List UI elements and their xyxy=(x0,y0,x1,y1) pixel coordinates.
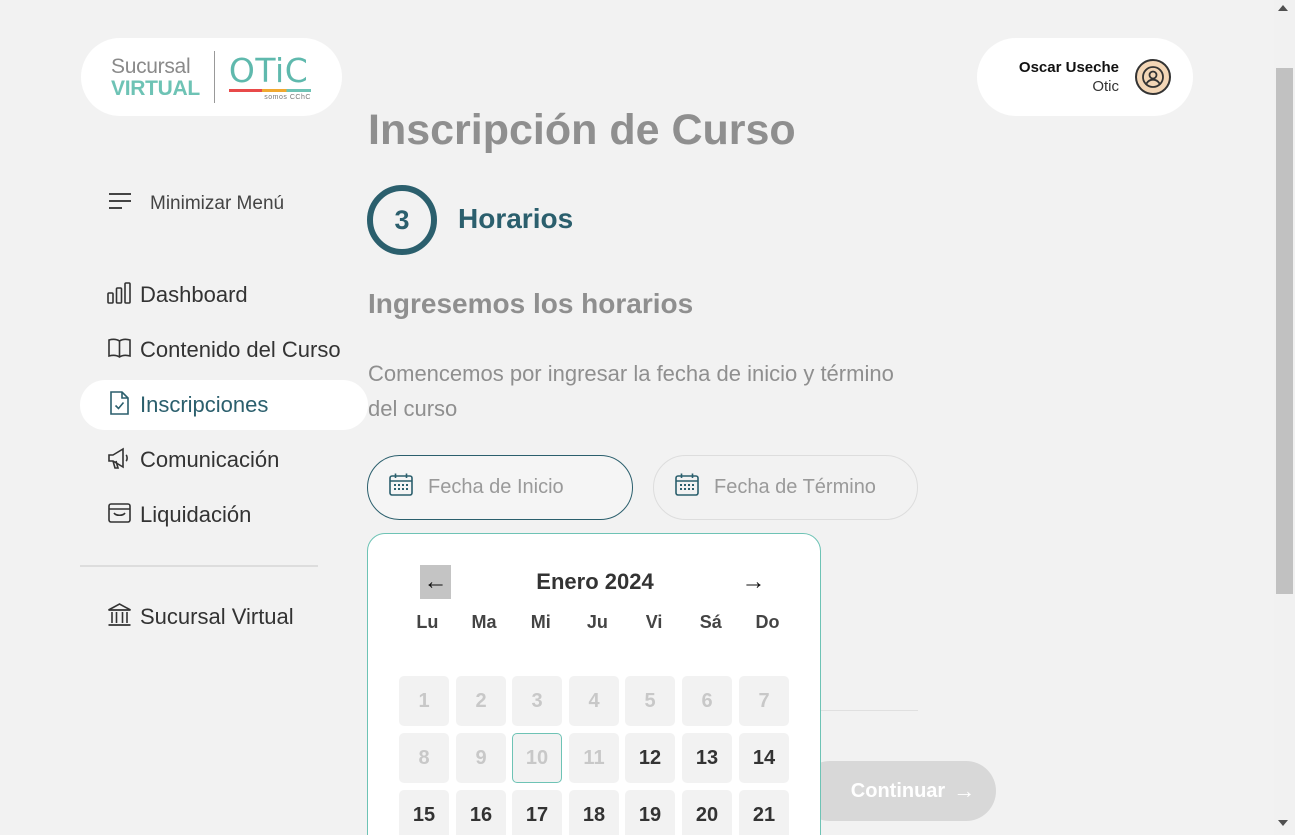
date-picker-popup: ← Enero 2024 → Lu Ma Mi Ju Vi Sá Do 1234… xyxy=(367,533,821,835)
sidebar-item-sucursal-virtual[interactable]: Sucursal Virtual xyxy=(80,592,368,642)
start-date-placeholder: Fecha de Inicio xyxy=(428,476,564,498)
calendar-day: 9 xyxy=(456,733,506,783)
start-date-field[interactable]: Fecha de Inicio xyxy=(367,455,633,520)
otic-color-bar xyxy=(228,88,311,92)
calendar-day[interactable]: 18 xyxy=(569,790,619,835)
logo-line2: VIRTUAL xyxy=(111,76,200,100)
calendar-day: 1 xyxy=(399,676,449,726)
calendar-day[interactable]: 13 xyxy=(682,733,732,783)
sidebar-item-liquidacion[interactable]: Liquidación xyxy=(80,490,368,540)
continue-label: Continuar xyxy=(850,779,946,802)
minimize-menu-label: Minimizar Menú xyxy=(150,192,285,214)
scrollbar-thumb[interactable] xyxy=(1276,68,1293,594)
calendar-icon xyxy=(388,472,414,503)
logo-line1: Sucursal xyxy=(111,54,191,78)
calendar-day[interactable]: 20 xyxy=(682,790,732,835)
minimize-menu-button[interactable]: Minimizar Menú xyxy=(108,192,284,215)
sidebar-divider xyxy=(80,565,318,567)
user-menu[interactable]: Oscar Useche Otic xyxy=(977,38,1193,116)
sidebar-item-label: Sucursal Virtual xyxy=(140,604,294,629)
calendar-day: 3 xyxy=(512,676,562,726)
sidebar-item-label: Comunicación xyxy=(140,447,280,472)
page-title: Inscripción de Curso xyxy=(368,106,796,154)
sidebar-item-label: Contenido del Curso xyxy=(140,337,341,362)
calendar-day: 11 xyxy=(569,733,619,783)
next-month-button[interactable]: → xyxy=(738,565,769,599)
sidebar-item-label: Inscripciones xyxy=(140,392,269,417)
section-description: Comencemos por ingresar la fecha de inic… xyxy=(368,361,894,421)
sidebar-item-inscripciones[interactable]: Inscripciones xyxy=(80,380,368,430)
calendar-day: 5 xyxy=(625,676,675,726)
calendar-day[interactable]: 21 xyxy=(739,790,789,835)
scroll-down-arrow-icon[interactable] xyxy=(1278,820,1288,826)
end-date-field[interactable]: Fecha de Término xyxy=(653,455,918,520)
user-org: Otic xyxy=(1092,78,1119,95)
calendar-day[interactable]: 16 xyxy=(456,790,506,835)
weekday-label: Vi xyxy=(645,612,663,632)
user-name: Oscar Useche xyxy=(1018,59,1119,76)
sidebar-item-comunicacion[interactable]: Comunicación xyxy=(80,435,368,485)
book-icon xyxy=(107,336,132,365)
calendar-day[interactable]: 19 xyxy=(625,790,675,835)
calendar-day: 8 xyxy=(399,733,449,783)
calendar-day: 6 xyxy=(682,676,732,726)
megaphone-icon xyxy=(107,446,132,475)
weekday-label: Lu xyxy=(416,612,439,632)
calendar-day: 2 xyxy=(456,676,506,726)
scroll-up-arrow-icon[interactable] xyxy=(1278,5,1288,11)
bank-icon xyxy=(107,602,132,633)
calendar-day: 4 xyxy=(569,676,619,726)
user-info: Oscar Useche Otic xyxy=(1019,59,1119,95)
weekday-label: Ma xyxy=(471,612,497,632)
weekday-header: Lu Ma Mi Ju Vi Sá Do xyxy=(399,612,796,633)
step-title: Horarios xyxy=(458,203,574,234)
sidebar-item-label: Liquidación xyxy=(140,502,252,527)
hamburger-icon xyxy=(108,192,132,215)
user-circle-icon[interactable] xyxy=(1135,59,1171,95)
calendar-icon xyxy=(674,472,700,503)
calendar-day[interactable]: 15 xyxy=(399,790,449,835)
arrow-right-icon: → xyxy=(953,778,976,803)
section-title: Ingresemos los horarios xyxy=(368,288,694,319)
otic-brand: OTiC xyxy=(228,50,309,90)
weekday-label: Sá xyxy=(699,612,722,632)
calendar-day: 7 xyxy=(739,676,789,726)
sidebar-item-contenido[interactable]: Contenido del Curso xyxy=(80,325,368,375)
bar-chart-icon xyxy=(107,281,132,310)
calendar-day[interactable]: 17 xyxy=(512,790,562,835)
step-number-badge: 3 xyxy=(367,185,437,255)
field-underline xyxy=(820,710,918,711)
weekday-label: Ju xyxy=(586,612,608,632)
continue-button[interactable]: Continuar → xyxy=(800,761,996,821)
logo-text: Sucursal VIRTUAL xyxy=(111,56,200,99)
file-check-icon xyxy=(107,390,132,421)
calendar-day: 10 xyxy=(512,733,562,783)
sucursal-virtual-logo[interactable]: Sucursal VIRTUAL OTiC somos CChC xyxy=(81,38,342,116)
sidebar-item-label: Dashboard xyxy=(140,282,248,307)
otic-logo: OTiC somos CChC xyxy=(228,50,311,101)
weekday-label: Mi xyxy=(530,612,551,632)
calendar-day[interactable]: 14 xyxy=(739,733,789,783)
otic-tagline: somos CChC xyxy=(264,93,311,101)
calendar-day[interactable]: 12 xyxy=(625,733,675,783)
sidebar-item-dashboard[interactable]: Dashboard xyxy=(80,270,368,320)
archive-box-icon xyxy=(107,501,132,530)
weekday-label: Do xyxy=(755,612,780,632)
end-date-placeholder: Fecha de Término xyxy=(714,476,876,498)
logo-divider xyxy=(213,51,215,103)
